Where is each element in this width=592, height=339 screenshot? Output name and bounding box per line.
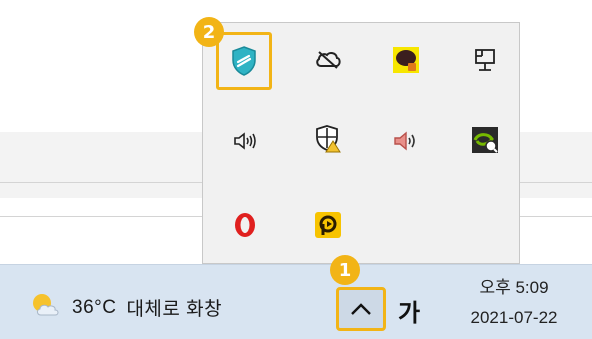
callout-badge-2: 2: [194, 17, 224, 47]
cloud-offline-icon[interactable]: [308, 40, 348, 80]
weather-widget[interactable]: 36°C 대체로 화창: [30, 291, 222, 324]
windows-security-icon[interactable]: [308, 119, 348, 159]
partly-sunny-icon: [30, 291, 62, 324]
network-icon[interactable]: [465, 40, 505, 80]
show-hidden-icons-button[interactable]: [336, 287, 386, 331]
security-shield-icon[interactable]: [216, 32, 272, 90]
callout-badge-1: 1: [330, 255, 360, 285]
clock[interactable]: 오후 5:09 2021-07-22: [440, 273, 588, 333]
taskbar: 36°C 대체로 화창 가 오후 5:09 2021-07-22: [0, 264, 592, 339]
clock-time: 오후 5:09: [479, 278, 549, 297]
opera-icon[interactable]: [225, 205, 265, 245]
tray-overflow-flyout: [202, 22, 520, 264]
speaker-icon[interactable]: [225, 121, 265, 161]
ime-indicator[interactable]: 가: [398, 293, 420, 328]
chevron-up-icon: [351, 303, 371, 315]
weather-temperature: 36°C: [72, 296, 117, 318]
volume-app-icon[interactable]: [386, 121, 426, 161]
potplayer-icon[interactable]: [308, 205, 348, 245]
clock-date: 2021-07-22: [470, 308, 558, 327]
kakaotalk-icon[interactable]: [386, 40, 426, 80]
nvidia-icon[interactable]: [465, 120, 505, 160]
weather-condition: 대체로 화창: [126, 299, 223, 320]
